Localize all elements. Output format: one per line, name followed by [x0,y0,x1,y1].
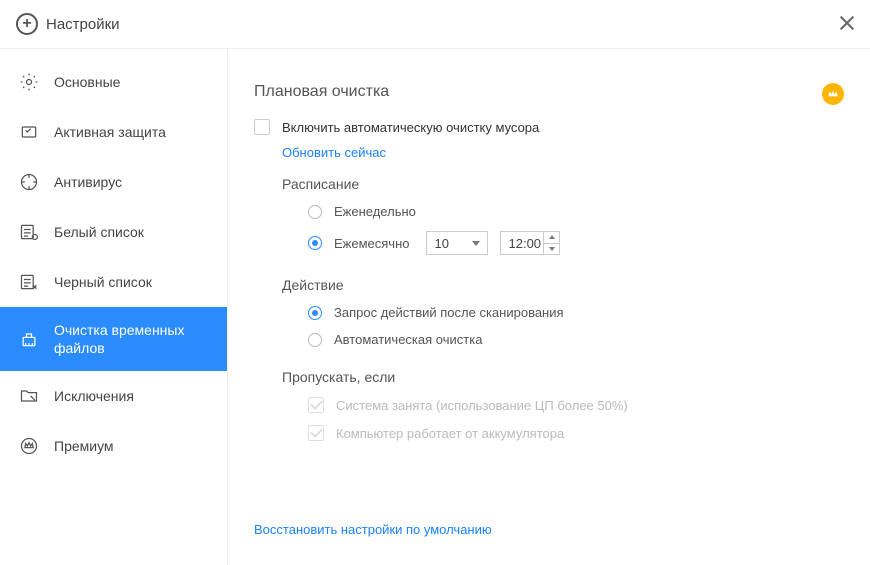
action-prompt-label: Запрос действий после сканирования [334,305,564,320]
enable-checkbox[interactable] [254,119,270,135]
action-auto-label: Автоматическая очистка [334,332,482,347]
spinner-up-icon[interactable] [544,232,559,243]
skip-cpu-row: Система занята (использование ЦП более 5… [254,391,844,419]
titlebar: + Настройки [0,0,870,48]
sidebar-item-antivirus[interactable]: Антивирус [0,157,227,207]
skip-battery-label: Компьютер работает от аккумулятора [336,426,564,441]
sidebar-item-blacklist[interactable]: Черный список [0,257,227,307]
premium-badge-icon [822,83,844,105]
action-prompt-radio[interactable] [308,306,322,320]
schedule-weekly-radio[interactable] [308,205,322,219]
sidebar-item-label: Премиум [54,437,114,455]
settings-window: + Настройки Основные Активная защита [0,0,870,565]
skip-title: Пропускать, если [282,369,844,385]
sidebar-item-general[interactable]: Основные [0,57,227,107]
sidebar-item-label: Исключения [54,387,134,405]
schedule-weekly-row: Еженедельно [254,198,844,225]
list-x-icon [18,271,40,293]
sidebar-item-label: Очистка временных файлов [54,321,209,357]
sidebar-item-whitelist[interactable]: Белый список [0,207,227,257]
enable-row: Включить автоматическую очистку мусора [254,119,844,135]
action-prompt-row: Запрос действий после сканирования [254,299,844,326]
skip-battery-checkbox[interactable] [308,425,324,441]
close-icon[interactable] [838,14,856,32]
sidebar-item-label: Черный список [54,273,152,291]
schedule-title: Расписание [282,176,844,192]
schedule-monthly-radio[interactable] [308,236,322,250]
action-auto-radio[interactable] [308,333,322,347]
day-select[interactable]: 10 [426,231,488,255]
content-pane: Плановая очистка Включить автоматическую… [228,49,870,565]
sidebar-item-premium[interactable]: Премиум [0,421,227,471]
spinner-down-icon[interactable] [544,243,559,255]
skip-cpu-label: Система занята (использование ЦП более 5… [336,398,628,413]
shield-icon [18,121,40,143]
window-title: Настройки [46,16,120,33]
action-title: Действие [282,277,844,293]
restore-defaults-link[interactable]: Восстановить настройки по умолчанию [254,522,492,537]
page-title: Плановая очистка [254,83,844,101]
spinner-buttons [543,232,559,254]
sidebar-item-label: Антивирус [54,173,122,191]
skip-battery-row: Компьютер работает от аккумулятора [254,419,844,447]
action-auto-row: Автоматическая очистка [254,326,844,353]
app-icon: + [16,13,38,35]
sidebar-item-exclusions[interactable]: Исключения [0,371,227,421]
sidebar-item-label: Белый список [54,223,144,241]
window-body: Основные Активная защита Антивирус Белый… [0,48,870,565]
list-check-icon [18,221,40,243]
target-icon [18,171,40,193]
schedule-monthly-label: Ежемесячно [334,236,410,251]
sidebar-item-active-protection[interactable]: Активная защита [0,107,227,157]
sidebar-item-temp-clean[interactable]: Очистка временных файлов [0,307,227,371]
schedule-monthly-row: Ежемесячно 10 12:00 [254,225,844,261]
time-spinner[interactable]: 12:00 [500,231,561,255]
crown-icon [18,435,40,457]
sidebar: Основные Активная защита Антивирус Белый… [0,49,228,565]
sidebar-item-label: Основные [54,73,120,91]
sidebar-item-label: Активная защита [54,123,166,141]
update-now-link[interactable]: Обновить сейчас [282,145,386,160]
broom-icon [18,328,40,350]
skip-cpu-checkbox[interactable] [308,397,324,413]
gear-icon [18,71,40,93]
folder-icon [18,385,40,407]
schedule-weekly-label: Еженедельно [334,204,416,219]
enable-label: Включить автоматическую очистку мусора [282,120,539,135]
